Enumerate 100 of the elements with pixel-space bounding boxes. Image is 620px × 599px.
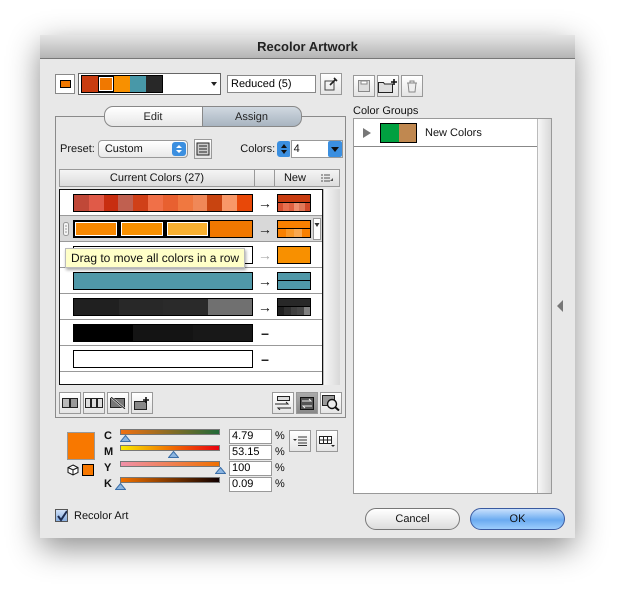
slider-track[interactable] [120,445,220,451]
color-swatch[interactable] [118,298,163,316]
color-swatch[interactable] [88,194,104,212]
swatch-library-button[interactable] [316,430,338,452]
tab[interactable]: Edit [104,106,202,127]
new-row-button[interactable] [131,392,153,414]
checkbox-label[interactable]: Recolor Art [74,510,128,522]
mapping-arrow[interactable]: → [253,220,277,236]
two-column-button[interactable] [59,392,81,414]
slider-track[interactable] [120,429,220,435]
preset-dropdown[interactable]: Custom [98,140,188,158]
column-header[interactable]: New [275,170,315,186]
stepper-icon [172,142,186,156]
color-swatch[interactable] [133,194,148,212]
color-swatch[interactable] [82,464,94,476]
value-field[interactable]: 100 [229,460,272,476]
harmony-colors-dropdown[interactable] [78,73,221,95]
color-swatch[interactable] [133,324,193,342]
group-name-field[interactable]: Reduced (5) [227,75,316,93]
shuffle-button[interactable] [272,392,294,414]
color-swatch[interactable] [207,194,222,212]
color-swatch[interactable] [73,272,253,290]
color-swatch[interactable] [114,76,130,92]
value-field[interactable]: 4.79 [229,428,272,444]
color-swatch[interactable] [98,76,114,92]
eyedropper-button[interactable] [320,73,342,95]
color-swatch[interactable] [146,76,162,92]
mapping-arrow[interactable]: → [253,272,277,288]
three-column-button[interactable] [83,392,105,414]
new-folder-icon [378,79,398,93]
scrollbar[interactable] [537,119,551,493]
colors-count-field[interactable]: 4 [290,140,343,158]
scrollbar[interactable] [323,189,340,385]
color-swatch[interactable] [208,298,253,316]
colors-label: Colors: [240,143,276,155]
slider-thumb[interactable] [115,483,126,490]
list-options-button[interactable] [194,139,212,159]
randomize-button[interactable] [296,392,318,414]
current-color-button[interactable] [55,74,75,94]
color-swatch[interactable] [73,324,134,342]
color-swatch[interactable] [178,194,193,212]
color-swatch[interactable] [118,220,164,238]
new-color-cell[interactable] [277,194,311,212]
color-swatch[interactable] [73,194,89,212]
new-color-cell[interactable] [277,272,311,290]
menu-icon[interactable] [321,174,333,182]
color-swatch[interactable] [104,194,118,212]
color-swatch[interactable] [73,220,119,238]
color-mode-menu-button[interactable] [289,430,311,452]
mapping-arrow[interactable]: – [253,350,277,366]
color-swatch[interactable] [192,324,253,342]
checkbox[interactable] [55,509,68,522]
caret-icon[interactable] [313,218,321,240]
color-swatch[interactable] [73,298,118,316]
color-swatch[interactable] [130,76,146,92]
collapse-panel-icon[interactable] [557,300,564,312]
new-color-cell[interactable] [277,298,311,316]
new-color-cell[interactable] [277,220,311,238]
color-swatch[interactable] [237,194,253,212]
color-row[interactable]: → [60,268,322,294]
color-swatch[interactable] [192,194,208,212]
color-group-name[interactable]: New Colors [425,126,482,138]
color-swatch[interactable] [162,194,178,212]
value-field[interactable]: 0.09 [229,476,272,492]
color-swatch[interactable] [73,350,253,368]
color-group-swatch[interactable] [380,122,417,142]
mapping-arrow[interactable]: → [253,298,277,314]
color-row[interactable]: → [60,190,322,216]
color-swatch[interactable] [210,220,253,238]
column-header[interactable]: Current Colors (27) [60,170,255,186]
color-swatch[interactable] [222,194,238,212]
stepper-icon[interactable] [277,141,290,157]
color-row[interactable]: – [60,346,322,372]
slider-track[interactable] [120,461,220,467]
mapping-arrow[interactable]: – [253,324,277,340]
three-column-icon [85,398,103,408]
slider-thumb[interactable] [215,467,226,474]
color-swatch[interactable] [118,194,134,212]
color-swatch[interactable] [82,76,98,92]
cube-icon[interactable] [67,464,79,476]
color-row[interactable]: → [60,216,322,242]
value-field[interactable]: 53.15 [229,444,272,460]
dialog-button[interactable]: Cancel [365,508,460,530]
tab[interactable]: Assign [202,106,302,127]
search-button[interactable] [320,392,342,414]
color-swatch[interactable] [164,220,210,238]
dialog-button[interactable]: OK [470,508,565,530]
disclosure-triangle-icon[interactable] [362,126,372,138]
drag-handle-icon[interactable] [63,222,69,236]
color-swatch[interactable] [148,194,163,212]
window-title: Recolor Artwork [257,39,358,54]
color-row[interactable]: → [60,294,322,320]
exclude-color-button[interactable] [107,392,129,414]
caret-icon [328,141,342,157]
mapping-arrow[interactable]: → [253,194,277,210]
color-groups-label: Color Groups [353,105,420,117]
color-swatch[interactable] [163,298,208,316]
slider-track[interactable] [120,477,220,483]
new-group-button[interactable] [377,75,399,97]
color-row[interactable]: – [60,320,322,346]
